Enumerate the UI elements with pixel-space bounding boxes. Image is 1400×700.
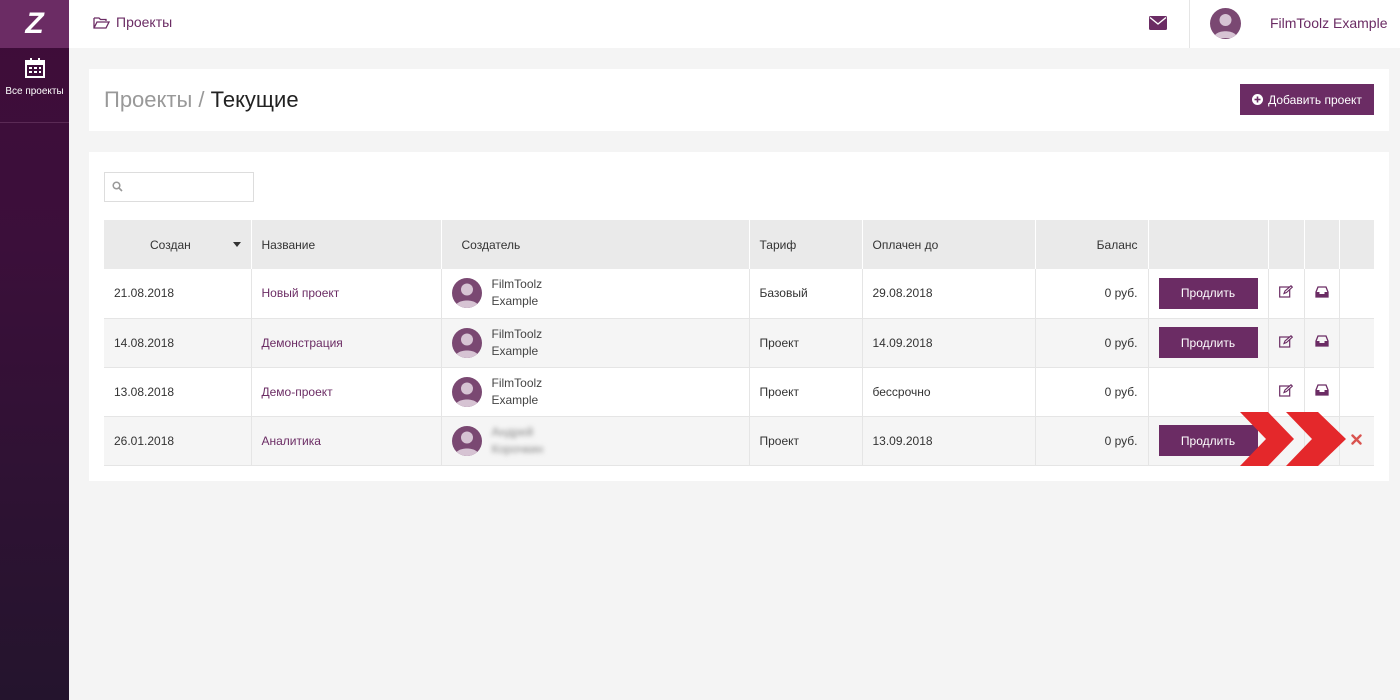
cell-tariff: Проект bbox=[749, 318, 863, 368]
creator-last: Example bbox=[491, 392, 539, 407]
creator: FilmToolz Example bbox=[451, 375, 739, 409]
cell-delete-empty bbox=[1339, 367, 1374, 417]
cell-paid-until: 14.09.2018 bbox=[862, 318, 1036, 368]
sidebar-item-all-projects[interactable]: Все проекты bbox=[0, 48, 69, 123]
archive-icon[interactable] bbox=[1314, 384, 1329, 396]
extend-button[interactable]: Продлить bbox=[1158, 327, 1258, 358]
projects-table: Создан Название Создатель Тариф Оплачен … bbox=[104, 220, 1374, 466]
col-created[interactable]: Создан bbox=[104, 220, 252, 269]
project-name-link[interactable]: Демонстрация bbox=[262, 336, 343, 350]
sort-desc-icon bbox=[233, 242, 241, 247]
edit-icon[interactable] bbox=[1279, 285, 1294, 298]
mail-icon[interactable] bbox=[1149, 16, 1167, 30]
cell-created: 21.08.2018 bbox=[104, 269, 252, 319]
search-input[interactable] bbox=[105, 173, 253, 201]
cell-balance: 0 руб. bbox=[1035, 318, 1149, 368]
creator: FilmToolz Example bbox=[451, 276, 739, 310]
search-box bbox=[104, 172, 254, 202]
table-row: 26.01.2018 Аналитика Андрей Корочкин Прое… bbox=[104, 416, 1374, 466]
cell-paid-until: 29.08.2018 bbox=[862, 269, 1036, 319]
creator-first: FilmToolz bbox=[491, 277, 543, 292]
col-creator[interactable]: Создатель bbox=[441, 220, 750, 269]
avatar bbox=[451, 425, 482, 456]
col-name[interactable]: Название bbox=[251, 220, 442, 269]
col-action bbox=[1148, 220, 1269, 269]
cell-action-empty bbox=[1148, 367, 1269, 417]
creator-last: Example bbox=[491, 294, 539, 309]
col-edit bbox=[1268, 220, 1305, 269]
cell-balance: 0 руб. bbox=[1035, 269, 1149, 319]
folder-open-icon bbox=[93, 16, 110, 29]
creator-last: Example bbox=[491, 343, 539, 358]
cell-balance: 0 руб. bbox=[1035, 367, 1149, 417]
edit-icon[interactable] bbox=[1279, 334, 1294, 348]
title-parent[interactable]: Проекты bbox=[104, 87, 192, 112]
avatar bbox=[451, 278, 482, 309]
edit-icon[interactable] bbox=[1279, 383, 1294, 397]
table-row: 21.08.2018 Новый проект FilmToolz Example… bbox=[104, 269, 1374, 319]
table-row: 13.08.2018 Демо-проект FilmToolz Example … bbox=[104, 367, 1374, 417]
breadcrumb-label: Проекты bbox=[116, 14, 173, 30]
archive-icon[interactable] bbox=[1314, 335, 1329, 347]
creator-first: FilmToolz bbox=[491, 375, 543, 390]
col-archive bbox=[1304, 220, 1340, 269]
extend-button[interactable]: Продлить bbox=[1158, 277, 1258, 309]
cell-delete-empty bbox=[1339, 318, 1374, 368]
user-name-link[interactable]: FilmToolz Example bbox=[1270, 15, 1387, 31]
creator: Андрей Корочкин bbox=[451, 424, 739, 458]
cell-paid-until: 13.09.2018 bbox=[862, 416, 1036, 466]
add-project-button[interactable]: Добавить проект bbox=[1240, 84, 1374, 115]
search-icon bbox=[112, 181, 123, 192]
projects-panel: Создан Название Создатель Тариф Оплачен … bbox=[89, 152, 1389, 481]
cell-balance: 0 руб. bbox=[1035, 416, 1149, 466]
sidebar: Z Все проекты bbox=[0, 0, 69, 700]
project-name-link[interactable]: Аналитика bbox=[262, 434, 321, 448]
project-name-link[interactable]: Новый проект bbox=[262, 286, 340, 300]
creator-first: Андрей bbox=[491, 424, 534, 439]
page-title: Проекты / Текущие bbox=[104, 87, 299, 113]
title-separator: / bbox=[192, 87, 211, 112]
page-header: Проекты / Текущие Добавить проект bbox=[89, 69, 1389, 131]
calendar-icon bbox=[24, 58, 45, 78]
col-balance[interactable]: Баланс bbox=[1035, 220, 1149, 269]
col-paid-until[interactable]: Оплачен до bbox=[862, 220, 1036, 269]
cell-tariff: Проект bbox=[749, 416, 863, 466]
close-icon[interactable] bbox=[1351, 434, 1362, 445]
logo-text: Z bbox=[25, 7, 44, 40]
cell-tariff: Базовый bbox=[749, 269, 863, 319]
creator-last: Корочкин bbox=[491, 441, 544, 456]
creator-first: FilmToolz bbox=[491, 326, 543, 341]
breadcrumb[interactable]: Проекты bbox=[93, 14, 172, 30]
avatar bbox=[451, 327, 482, 358]
user-avatar[interactable] bbox=[1210, 8, 1241, 39]
title-current: Текущие bbox=[210, 87, 299, 112]
cell-created: 14.08.2018 bbox=[104, 318, 252, 368]
col-delete bbox=[1339, 220, 1374, 269]
col-tariff[interactable]: Тариф bbox=[749, 220, 863, 269]
table-header-row: Создан Название Создатель Тариф Оплачен … bbox=[104, 220, 1374, 269]
archive-icon[interactable] bbox=[1314, 286, 1329, 298]
project-name-link[interactable]: Демо-проект bbox=[262, 385, 333, 399]
add-project-label: Добавить проект bbox=[1268, 92, 1362, 107]
topbar: Проекты FilmToolz Example bbox=[69, 0, 1400, 48]
creator: FilmToolz Example bbox=[451, 326, 739, 360]
table-row: 14.08.2018 Демонстрация FilmToolz Example… bbox=[104, 318, 1374, 368]
plus-circle-icon bbox=[1252, 94, 1264, 105]
cell-tariff: Проект bbox=[749, 367, 863, 417]
topbar-divider bbox=[1189, 0, 1190, 48]
cell-created: 13.08.2018 bbox=[104, 367, 252, 417]
avatar bbox=[451, 376, 482, 407]
cell-delete-empty bbox=[1339, 269, 1374, 319]
chevron-arrows-icon bbox=[1240, 412, 1346, 466]
cell-created: 26.01.2018 bbox=[104, 416, 252, 466]
sidebar-item-label: Все проекты bbox=[5, 86, 64, 97]
app-logo[interactable]: Z bbox=[0, 0, 69, 48]
cell-paid-until: бессрочно bbox=[862, 367, 1036, 417]
